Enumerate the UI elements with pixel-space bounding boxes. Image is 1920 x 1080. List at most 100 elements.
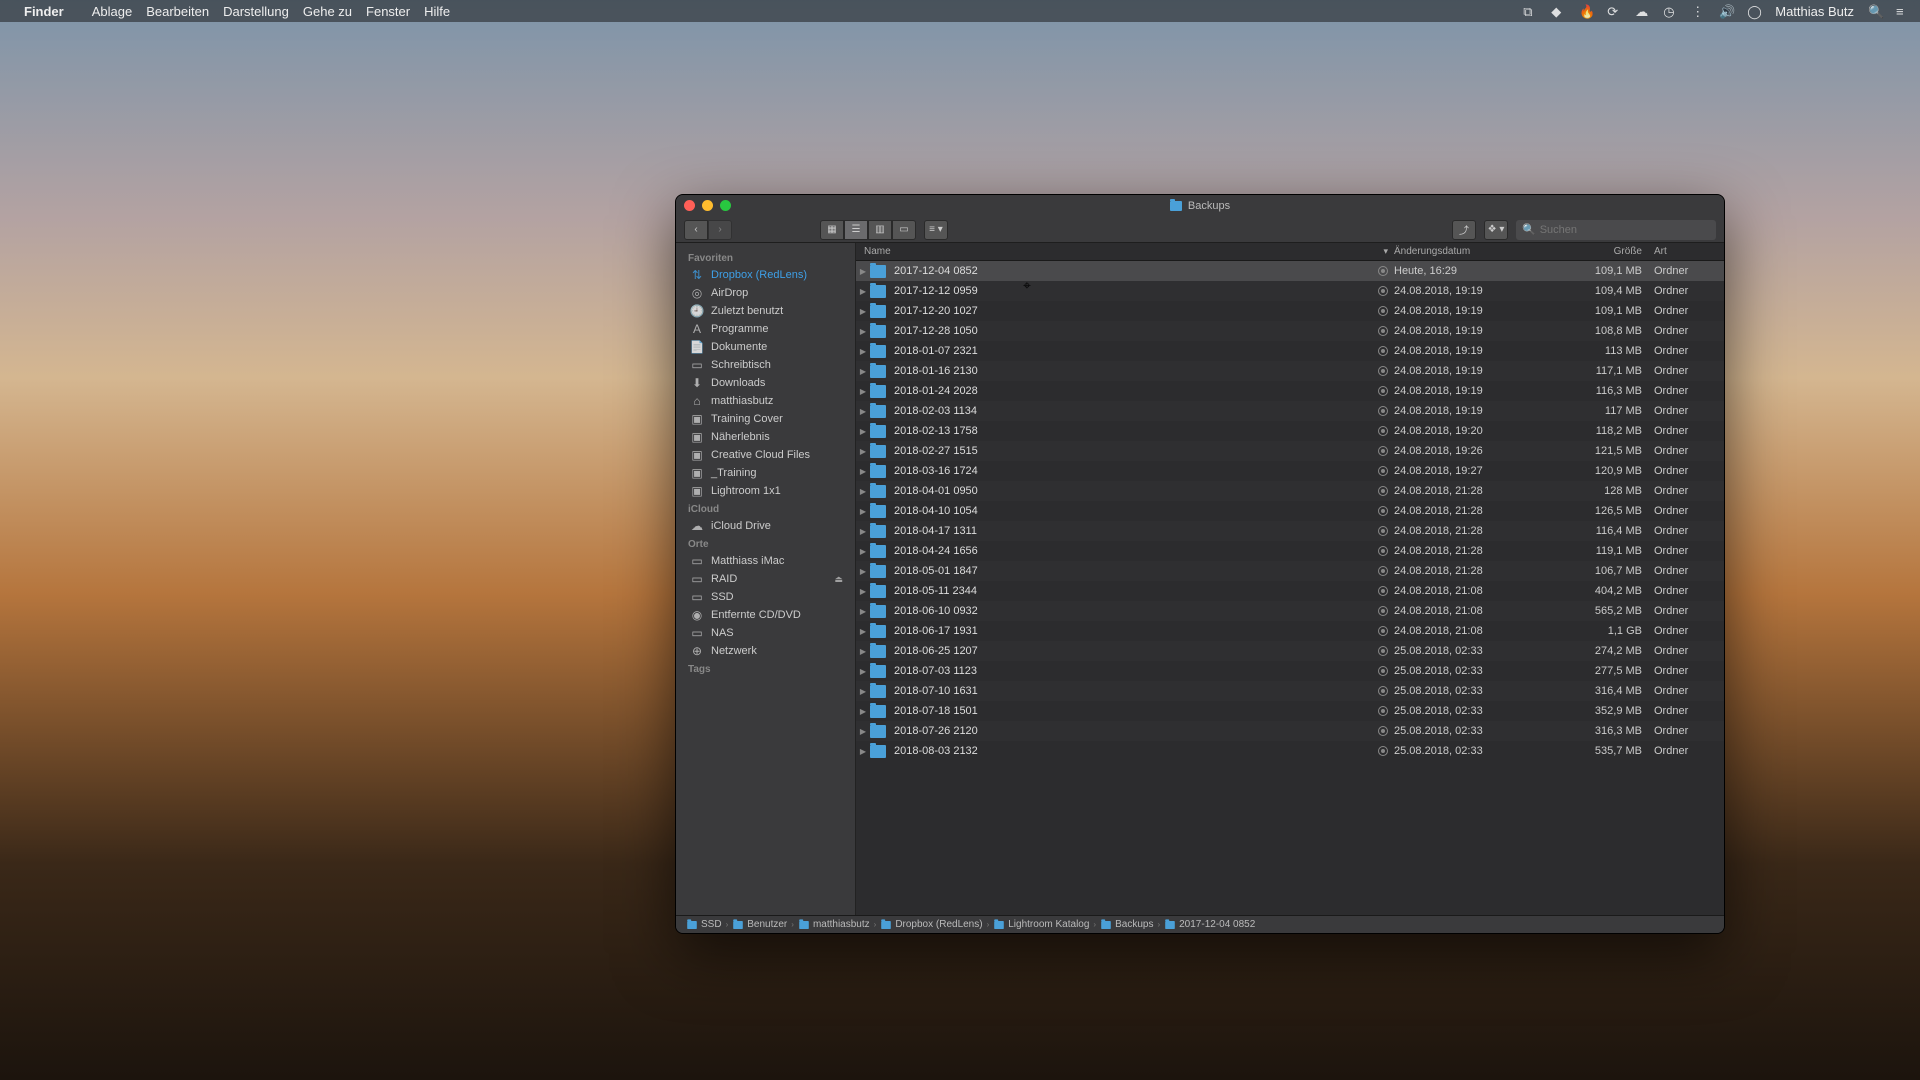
file-row[interactable]: ▶2017-12-04 0852Heute, 16:29109,1 MBOrdn…: [856, 261, 1724, 281]
menu-fenster[interactable]: Fenster: [366, 4, 410, 19]
cloud-icon[interactable]: ☁: [1635, 4, 1649, 18]
file-row[interactable]: ▶2018-01-24 202824.08.2018, 19:19116,3 M…: [856, 381, 1724, 401]
file-row[interactable]: ▶2018-07-26 212025.08.2018, 02:33316,3 M…: [856, 721, 1724, 741]
disclosure-triangle-icon[interactable]: ▶: [856, 307, 870, 316]
disclosure-triangle-icon[interactable]: ▶: [856, 667, 870, 676]
file-row[interactable]: ▶2018-02-13 175824.08.2018, 19:20118,2 M…: [856, 421, 1724, 441]
disclosure-triangle-icon[interactable]: ▶: [856, 347, 870, 356]
wifi-icon[interactable]: ⋮: [1691, 4, 1705, 18]
file-row[interactable]: ▶2018-01-16 213024.08.2018, 19:19117,1 M…: [856, 361, 1724, 381]
sidebar-item[interactable]: ⌂matthiasbutz: [676, 392, 855, 410]
spotlight-icon[interactable]: 🔍: [1868, 4, 1882, 18]
disclosure-triangle-icon[interactable]: ▶: [856, 747, 870, 756]
sidebar-item[interactable]: ▭RAID⏏: [676, 570, 855, 588]
sidebar-item[interactable]: ▭NAS: [676, 624, 855, 642]
sidebar-item[interactable]: ◎AirDrop: [676, 284, 855, 302]
disclosure-triangle-icon[interactable]: ▶: [856, 487, 870, 496]
disclosure-triangle-icon[interactable]: ▶: [856, 507, 870, 516]
file-row[interactable]: ▶2018-02-03 113424.08.2018, 19:19117 MBO…: [856, 401, 1724, 421]
app-menu[interactable]: Finder: [24, 4, 64, 19]
sidebar-item[interactable]: 📄Dokumente: [676, 338, 855, 356]
path-segment[interactable]: Lightroom Katalog: [993, 919, 1089, 930]
forward-button[interactable]: ›: [708, 220, 732, 240]
disclosure-triangle-icon[interactable]: ▶: [856, 547, 870, 556]
sidebar-item[interactable]: ◉Entfernte CD/DVD: [676, 606, 855, 624]
disclosure-triangle-icon[interactable]: ▶: [856, 327, 870, 336]
sidebar-item[interactable]: ▭SSD: [676, 588, 855, 606]
disclosure-triangle-icon[interactable]: ▶: [856, 607, 870, 616]
notifications-icon[interactable]: ≡: [1896, 4, 1910, 18]
dropbox-icon[interactable]: ◆: [1551, 4, 1565, 18]
col-date[interactable]: Änderungsdatum: [1394, 246, 1564, 257]
disclosure-triangle-icon[interactable]: ▶: [856, 627, 870, 636]
sidebar-item[interactable]: ▭Schreibtisch: [676, 356, 855, 374]
file-row[interactable]: ▶2018-07-03 112325.08.2018, 02:33277,5 M…: [856, 661, 1724, 681]
sidebar-item[interactable]: ▣Training Cover: [676, 410, 855, 428]
close-button[interactable]: [684, 200, 695, 211]
disclosure-triangle-icon[interactable]: ▶: [856, 407, 870, 416]
sidebar-item[interactable]: ⬇Downloads: [676, 374, 855, 392]
sidebar-item[interactable]: 🕘Zuletzt benutzt: [676, 302, 855, 320]
zoom-button[interactable]: [720, 200, 731, 211]
sidebar-item[interactable]: ⊕Netzwerk: [676, 642, 855, 660]
sidebar-item[interactable]: ▣_Training: [676, 464, 855, 482]
file-row[interactable]: ▶2017-12-20 102724.08.2018, 19:19109,1 M…: [856, 301, 1724, 321]
menu-ablage[interactable]: Ablage: [92, 4, 132, 19]
disclosure-triangle-icon[interactable]: ▶: [856, 467, 870, 476]
col-kind[interactable]: Art: [1654, 246, 1714, 257]
dropbox-button[interactable]: ❖ ▾: [1484, 220, 1508, 240]
path-segment[interactable]: SSD: [686, 919, 722, 930]
view-icon-button[interactable]: ▦: [820, 220, 844, 240]
file-row[interactable]: ▶2018-02-27 151524.08.2018, 19:26121,5 M…: [856, 441, 1724, 461]
share-button[interactable]: ⤴: [1452, 220, 1476, 240]
path-segment[interactable]: Benutzer: [732, 919, 787, 930]
disclosure-triangle-icon[interactable]: ▶: [856, 707, 870, 716]
file-row[interactable]: ▶2018-04-10 105424.08.2018, 21:28126,5 M…: [856, 501, 1724, 521]
user-icon[interactable]: ◯: [1747, 4, 1761, 18]
titlebar[interactable]: Backups: [676, 195, 1724, 217]
file-row[interactable]: ▶2018-04-17 131124.08.2018, 21:28116,4 M…: [856, 521, 1724, 541]
screenrec-icon[interactable]: ⧉: [1523, 4, 1537, 18]
disclosure-triangle-icon[interactable]: ▶: [856, 387, 870, 396]
search-field[interactable]: 🔍: [1516, 220, 1716, 240]
file-row[interactable]: ▶2018-05-11 234424.08.2018, 21:08404,2 M…: [856, 581, 1724, 601]
file-row[interactable]: ▶2017-12-12 095924.08.2018, 19:19109,4 M…: [856, 281, 1724, 301]
volume-icon[interactable]: 🔊: [1719, 4, 1733, 18]
back-button[interactable]: ‹: [684, 220, 708, 240]
disclosure-triangle-icon[interactable]: ▶: [856, 447, 870, 456]
file-row[interactable]: ▶2018-03-16 172424.08.2018, 19:27120,9 M…: [856, 461, 1724, 481]
disclosure-triangle-icon[interactable]: ▶: [856, 427, 870, 436]
menu-bearbeiten[interactable]: Bearbeiten: [146, 4, 209, 19]
disclosure-triangle-icon[interactable]: ▶: [856, 587, 870, 596]
file-row[interactable]: ▶2018-05-01 184724.08.2018, 21:28106,7 M…: [856, 561, 1724, 581]
sync-icon[interactable]: ⟳: [1607, 4, 1621, 18]
disclosure-triangle-icon[interactable]: ▶: [856, 527, 870, 536]
sidebar-item[interactable]: ▣Creative Cloud Files: [676, 446, 855, 464]
path-segment[interactable]: matthiasbutz: [798, 919, 870, 930]
col-sync[interactable]: ▾: [1364, 246, 1394, 257]
disclosure-triangle-icon[interactable]: ▶: [856, 367, 870, 376]
search-input[interactable]: [1540, 224, 1710, 236]
sidebar-item[interactable]: ▣Lightroom 1x1: [676, 482, 855, 500]
path-segment[interactable]: 2017-12-04 0852: [1164, 919, 1255, 930]
view-gallery-button[interactable]: ▭: [892, 220, 916, 240]
file-row[interactable]: ▶2018-07-18 150125.08.2018, 02:33352,9 M…: [856, 701, 1724, 721]
file-row[interactable]: ▶2017-12-28 105024.08.2018, 19:19108,8 M…: [856, 321, 1724, 341]
view-column-button[interactable]: ▥: [868, 220, 892, 240]
file-row[interactable]: ▶2018-04-24 165624.08.2018, 21:28119,1 M…: [856, 541, 1724, 561]
timemachine-icon[interactable]: ◷: [1663, 4, 1677, 18]
sidebar-item[interactable]: AProgramme: [676, 320, 855, 338]
file-row[interactable]: ▶2018-01-07 232124.08.2018, 19:19113 MBO…: [856, 341, 1724, 361]
sidebar-item[interactable]: ▣Näherlebnis: [676, 428, 855, 446]
file-row[interactable]: ▶2018-06-10 093224.08.2018, 21:08565,2 M…: [856, 601, 1724, 621]
menu-gehe zu[interactable]: Gehe zu: [303, 4, 352, 19]
menu-darstellung[interactable]: Darstellung: [223, 4, 289, 19]
disclosure-triangle-icon[interactable]: ▶: [856, 687, 870, 696]
col-size[interactable]: Größe: [1564, 246, 1654, 257]
sidebar-item[interactable]: ⇅Dropbox (RedLens): [676, 266, 855, 284]
username-label[interactable]: Matthias Butz: [1775, 4, 1854, 19]
file-row[interactable]: ▶2018-04-01 095024.08.2018, 21:28128 MBO…: [856, 481, 1724, 501]
col-name[interactable]: Name: [856, 246, 1364, 257]
disclosure-triangle-icon[interactable]: ▶: [856, 647, 870, 656]
file-row[interactable]: ▶2018-06-25 120725.08.2018, 02:33274,2 M…: [856, 641, 1724, 661]
